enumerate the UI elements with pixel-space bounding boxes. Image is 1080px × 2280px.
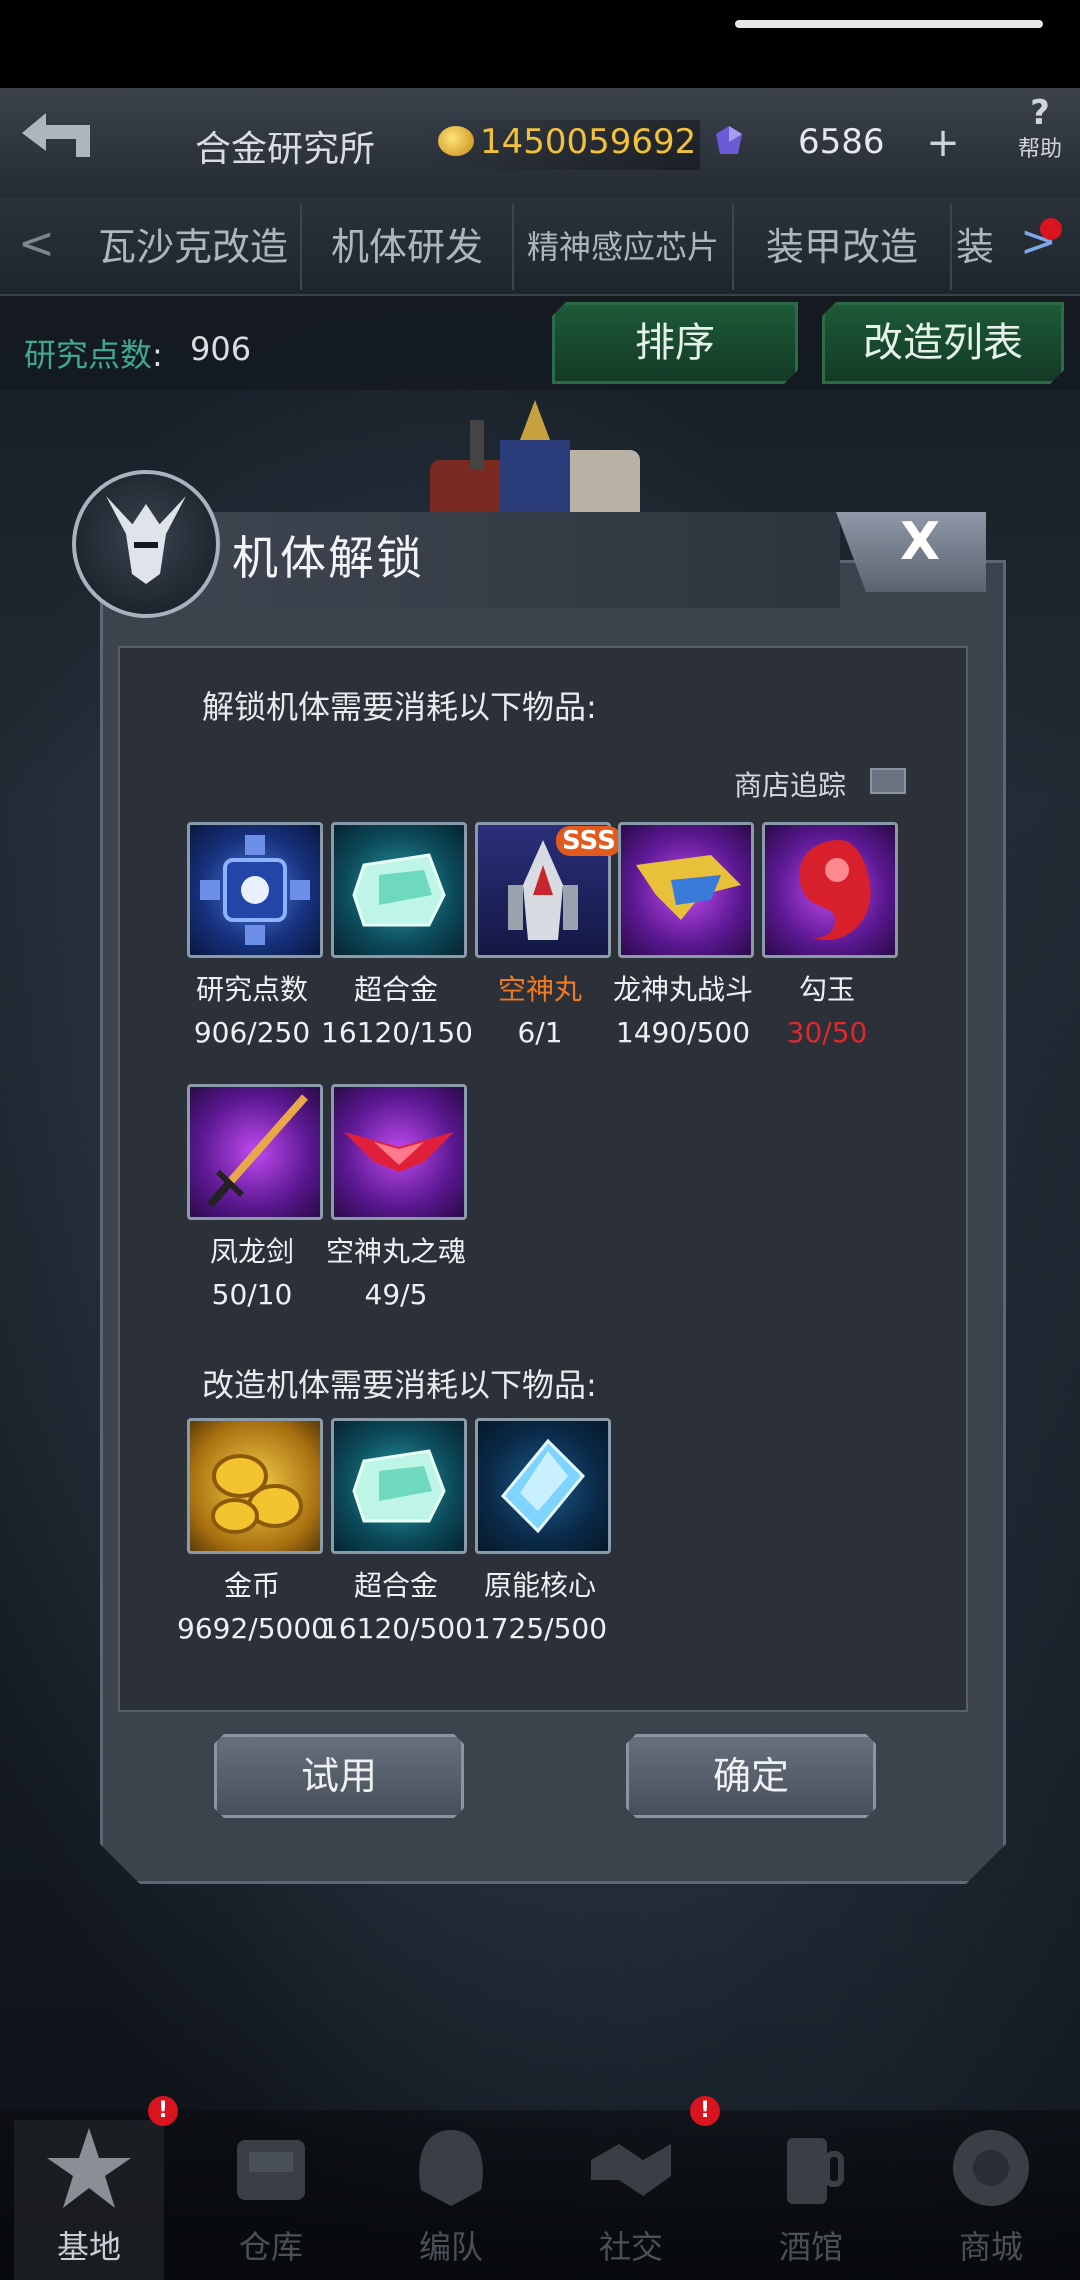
nav-label: 仓库 — [238, 2228, 303, 2266]
nav-shop[interactable]: 商城 — [916, 2120, 1066, 2280]
item-count: 49/5 — [364, 1278, 428, 1311]
research-points-label: 研究点数: — [24, 330, 163, 376]
nav-warehouse[interactable]: 仓库 — [196, 2120, 346, 2280]
item-count: 1725/500 — [472, 1612, 608, 1645]
item-magatama[interactable] — [762, 822, 898, 958]
item-name: 龙神丸战斗 — [612, 973, 753, 1006]
nav-social[interactable]: 社交 — [556, 2120, 706, 2280]
back-arrow-icon — [22, 113, 90, 157]
mech-emblem-icon — [72, 470, 220, 618]
sword-icon — [206, 1094, 308, 1208]
super-alloy-icon — [352, 853, 446, 927]
item-kuushinmaru-soul[interactable] — [331, 1084, 467, 1220]
tab-armor[interactable]: 装甲改造 — [734, 204, 952, 290]
help-button[interactable]: ? 帮助 — [1010, 95, 1070, 175]
super-alloy-icon — [352, 1449, 446, 1523]
soul-wings-icon — [344, 1132, 454, 1172]
item-energy-core[interactable] — [475, 1418, 611, 1554]
item-count: 16120/500 — [321, 1612, 471, 1645]
item-count: 16120/1500 — [321, 1016, 471, 1049]
rank-badge: SSS — [556, 826, 622, 856]
item-super-alloy[interactable] — [331, 822, 467, 958]
dialog-title: 机体解锁 — [232, 531, 424, 585]
status-bar — [0, 0, 1080, 88]
gold-coins-icon — [211, 1454, 303, 1534]
item-count: 9692/5000 — [177, 1612, 327, 1645]
item-count: 906/250 — [193, 1016, 311, 1049]
nav-label: 社交 — [598, 2228, 663, 2266]
item-name: 金币 — [223, 1569, 280, 1602]
gold-coin-icon — [438, 126, 474, 156]
nav-base[interactable]: 基地 — [14, 2120, 164, 2280]
help-icon: ? — [1030, 93, 1050, 133]
modify-heading: 改造机体需要消耗以下物品: — [202, 1366, 597, 1404]
notification-dot — [1040, 218, 1062, 240]
page-title: 合金研究所 — [195, 129, 376, 170]
gesture-bar[interactable] — [735, 20, 1043, 28]
gem-icon — [712, 124, 746, 158]
modify-list-button[interactable]: 改造列表 — [822, 302, 1064, 384]
nav-badge: ! — [148, 2096, 178, 2126]
item-name: 空神丸之魂 — [325, 1235, 466, 1268]
nav-formation[interactable]: 编队 — [376, 2120, 526, 2280]
back-button[interactable] — [12, 105, 102, 165]
research-chip-icon — [200, 835, 310, 945]
tab-psycho-chip[interactable]: 精神感应芯片 — [514, 204, 734, 290]
ryujinmaru-icon — [636, 855, 741, 920]
try-button[interactable]: 试用 — [214, 1734, 464, 1818]
coin-amount: 1450059692 — [480, 122, 697, 162]
research-points-colon: : — [152, 336, 163, 374]
item-name: 超合金 — [353, 1569, 438, 1602]
unlock-heading: 解锁机体需要消耗以下物品: — [202, 688, 597, 726]
nav-tavern[interactable]: 酒馆 — [736, 2120, 886, 2280]
shop-icon — [943, 2120, 1039, 2216]
magatama-icon — [799, 840, 871, 941]
gem-amount: 6586 — [798, 122, 885, 162]
item-ryujinmaru[interactable] — [618, 822, 754, 958]
tab-vasak[interactable]: 瓦沙克改造 — [86, 204, 302, 290]
item-count-insufficient: 30/50 — [786, 1016, 868, 1049]
item-gold-coins[interactable] — [187, 1418, 323, 1554]
tavern-icon — [763, 2120, 859, 2216]
add-gems-button[interactable]: + — [918, 118, 968, 168]
energy-core-icon — [500, 1438, 586, 1534]
item-name: 凤龙剑 — [209, 1235, 294, 1268]
item-count: 6/1 — [517, 1016, 563, 1049]
nav-label: 商城 — [958, 2228, 1023, 2266]
item-name: 超合金 — [353, 973, 438, 1006]
item-count: 50/10 — [211, 1278, 293, 1311]
research-points-text: 研究点数 — [24, 336, 153, 374]
nav-label: 酒馆 — [778, 2228, 843, 2266]
item-name: 勾玉 — [798, 973, 855, 1006]
nav-label: 基地 — [56, 2228, 121, 2266]
close-icon[interactable]: X — [900, 512, 940, 572]
item-name-highlight: 空神丸 — [497, 973, 582, 1006]
item-name: 原能核心 — [483, 1569, 596, 1602]
nav-label: 编队 — [418, 2228, 483, 2266]
item-name: 研究点数 — [195, 973, 308, 1006]
base-star-icon — [41, 2120, 137, 2216]
tab-mech-dev[interactable]: 机体研发 — [302, 204, 514, 290]
tab-more[interactable]: 装 — [952, 204, 998, 290]
confirm-button[interactable]: 确定 — [626, 1734, 876, 1818]
research-points-value: 906 — [190, 330, 252, 368]
shop-track-label: 商店追踪 — [734, 769, 847, 802]
tab-scroll-left-icon[interactable]: < — [18, 218, 55, 269]
item-research-points[interactable] — [187, 822, 323, 958]
item-super-alloy-modify[interactable] — [331, 1418, 467, 1554]
formation-helmet-icon — [403, 2120, 499, 2216]
shop-track-checkbox[interactable] — [870, 768, 906, 794]
item-count: 1490/500 — [615, 1016, 751, 1049]
warehouse-icon — [223, 2120, 319, 2216]
sort-button[interactable]: 排序 — [552, 302, 798, 384]
nav-badge: ! — [690, 2096, 720, 2126]
item-fenglong-sword[interactable] — [187, 1084, 323, 1220]
handshake-icon — [583, 2120, 679, 2216]
help-label: 帮助 — [1017, 137, 1062, 162]
